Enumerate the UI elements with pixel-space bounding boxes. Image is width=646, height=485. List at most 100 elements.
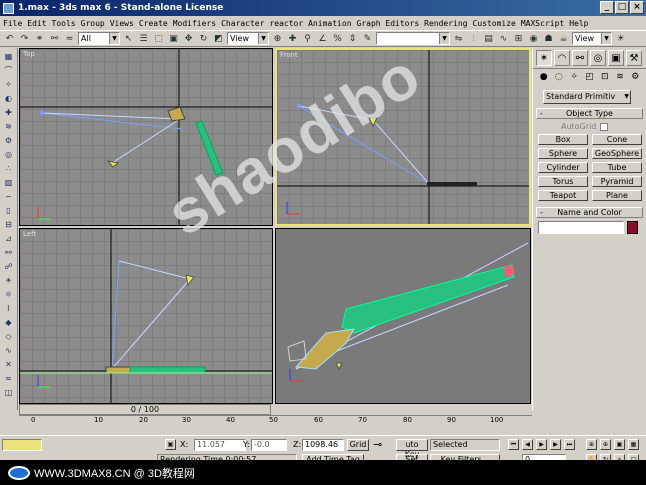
object-name-field[interactable] xyxy=(538,221,624,234)
tab-soft-icon[interactable]: ◇ xyxy=(2,331,15,343)
teapot-button[interactable]: Teapot xyxy=(538,190,588,201)
tab-particle-icon[interactable]: ∴ xyxy=(2,163,15,175)
autogrid-checkbox[interactable] xyxy=(600,122,609,131)
maxscript-listener[interactable] xyxy=(2,439,42,451)
named-selection-dropdown[interactable]: ▼ xyxy=(376,32,450,45)
tube-button[interactable]: Tube xyxy=(592,162,642,173)
quick-render-icon[interactable]: ☕ xyxy=(557,32,570,45)
key-selection-dropdown[interactable]: Selected xyxy=(430,439,500,451)
tab-window-icon[interactable]: ⊟ xyxy=(2,219,15,231)
name-color-rollout-header[interactable]: - Name and Color xyxy=(536,207,643,218)
primitive-category-dropdown[interactable]: Standard Primitiv ▼ xyxy=(543,90,631,104)
select-object-icon[interactable]: ↖ xyxy=(122,32,135,45)
menu-create[interactable]: Create xyxy=(139,19,168,28)
tab-object-icon[interactable]: ▦ xyxy=(2,51,15,63)
angle-snap-icon[interactable]: ∠ xyxy=(316,32,329,45)
named-selection-icon[interactable]: ✎ xyxy=(361,32,374,45)
select-rotate-icon[interactable]: ↻ xyxy=(197,32,210,45)
schematic-view-icon[interactable]: ⊞ xyxy=(512,32,525,45)
go-to-start-icon[interactable]: ⏮ xyxy=(508,439,519,450)
torus-button[interactable]: Torus xyxy=(538,176,588,187)
viewport-top[interactable]: Top xyxy=(19,48,273,226)
pyramid-button[interactable]: Pyramid xyxy=(592,176,642,187)
viewport-left[interactable]: Left xyxy=(19,228,273,404)
box-button[interactable]: Box xyxy=(538,134,588,145)
object-color-swatch[interactable] xyxy=(627,221,638,234)
select-by-name-icon[interactable]: ☰ xyxy=(137,32,150,45)
tab-camera-icon[interactable]: ◐ xyxy=(2,93,15,105)
object-type-rollout-header[interactable]: - Object Type xyxy=(536,108,643,119)
cone-button[interactable]: Cone xyxy=(592,134,642,145)
play-icon[interactable]: ▶ xyxy=(536,439,547,450)
display-tab-icon[interactable]: ▣ xyxy=(608,50,624,66)
align-icon[interactable]: ⫶ xyxy=(467,32,480,45)
bind-space-warp-icon[interactable]: ≈ xyxy=(63,32,76,45)
select-move-icon[interactable]: ✥ xyxy=(182,32,195,45)
tab-system-icon[interactable]: ⚙ xyxy=(2,135,15,147)
unlink-icon[interactable]: ⚯ xyxy=(48,32,61,45)
shapes-icon[interactable]: ◌ xyxy=(553,72,564,84)
menu-animation[interactable]: Animation xyxy=(308,19,351,28)
motion-tab-icon[interactable]: ◎ xyxy=(590,50,606,66)
select-manipulate-icon[interactable]: ✚ xyxy=(286,32,299,45)
tab-compound-icon[interactable]: ◎ xyxy=(2,149,15,161)
render-type-dropdown[interactable]: View ▼ xyxy=(572,32,612,45)
modify-tab-icon[interactable]: ◠ xyxy=(554,50,570,66)
systems-icon[interactable]: ⚙ xyxy=(630,72,641,84)
menu-tools[interactable]: Tools xyxy=(52,19,76,28)
menu-graph-editors[interactable]: Graph Editors xyxy=(357,19,420,28)
select-scale-icon[interactable]: ◩ xyxy=(212,32,225,45)
hierarchy-tab-icon[interactable]: ⚯ xyxy=(572,50,588,66)
tab-cloth-icon[interactable]: ⌇ xyxy=(2,303,15,315)
layer-manager-icon[interactable]: ▤ xyxy=(482,32,495,45)
tab-nurbs-icon[interactable]: ∽ xyxy=(2,191,15,203)
tab-shape-icon[interactable]: ⌒ xyxy=(2,65,15,77)
tab-door-icon[interactable]: ▯ xyxy=(2,205,15,217)
close-button[interactable]: × xyxy=(630,1,644,14)
viewport-perspective[interactable] xyxy=(275,228,531,404)
x-coordinate-field[interactable]: 11.057 xyxy=(194,439,246,451)
menu-character[interactable]: Character xyxy=(221,19,264,28)
y-coordinate-field[interactable]: -0.0 xyxy=(251,439,287,451)
create-tab-icon[interactable]: ✶ xyxy=(536,50,552,66)
tab-render-icon[interactable]: ☀ xyxy=(2,275,15,287)
helpers-icon[interactable]: ⊡ xyxy=(599,72,610,84)
time-slider[interactable]: 0 / 100 xyxy=(19,404,271,415)
window-crossing-icon[interactable]: ▣ xyxy=(167,32,180,45)
tab-rope-icon[interactable]: ∿ xyxy=(2,345,15,357)
key-icon[interactable]: ⊸ xyxy=(373,439,382,451)
percent-snap-icon[interactable]: % xyxy=(331,32,344,45)
rectangular-selection-icon[interactable]: ⬚ xyxy=(152,32,165,45)
redo-icon[interactable]: ↷ xyxy=(18,32,31,45)
tab-spacewarp-icon[interactable]: ≋ xyxy=(2,121,15,133)
plane-button[interactable]: Plane xyxy=(592,190,642,201)
previous-frame-icon[interactable]: ◀ xyxy=(522,439,533,450)
tab-modifier-icon[interactable]: ☍ xyxy=(2,261,15,273)
lock-selection-icon[interactable]: ▣ xyxy=(165,439,176,450)
pivot-center-icon[interactable]: ⊕ xyxy=(271,32,284,45)
geosphere-button[interactable]: GeoSphere xyxy=(592,148,642,159)
selection-filter-dropdown[interactable]: All ▼ xyxy=(78,32,120,45)
geometry-icon[interactable]: ● xyxy=(538,72,549,84)
zoom-extents-icon[interactable]: ▣ xyxy=(614,439,625,450)
undo-icon[interactable]: ↶ xyxy=(3,32,16,45)
sphere-button[interactable]: Sphere xyxy=(538,148,588,159)
lights-icon[interactable]: ✧ xyxy=(569,72,580,84)
menu-rendering[interactable]: Rendering xyxy=(424,19,467,28)
mirror-icon[interactable]: ⇋ xyxy=(452,32,465,45)
tab-patch-icon[interactable]: ▨ xyxy=(2,177,15,189)
next-frame-icon[interactable]: ▶ xyxy=(550,439,561,450)
tab-fracture-icon[interactable]: ✕ xyxy=(2,359,15,371)
go-to-end-icon[interactable]: ⏭ xyxy=(564,439,575,450)
curve-editor-icon[interactable]: ∿ xyxy=(497,32,510,45)
tab-light-icon[interactable]: ✧ xyxy=(2,79,15,91)
menu-reactor[interactable]: reactor xyxy=(269,19,303,28)
viewport-front[interactable]: Front xyxy=(275,48,531,226)
zoom-icon[interactable]: ⊕ xyxy=(586,439,597,450)
minimize-button[interactable]: _ xyxy=(600,1,614,14)
cylinder-button[interactable]: Cylinder xyxy=(538,162,588,173)
menu-maxscript[interactable]: MAXScript xyxy=(521,19,564,28)
zoom-all-icon[interactable]: ⊕ xyxy=(600,439,611,450)
menu-customize[interactable]: Customize xyxy=(473,19,516,28)
spinner-snap-icon[interactable]: ⇕ xyxy=(346,32,359,45)
